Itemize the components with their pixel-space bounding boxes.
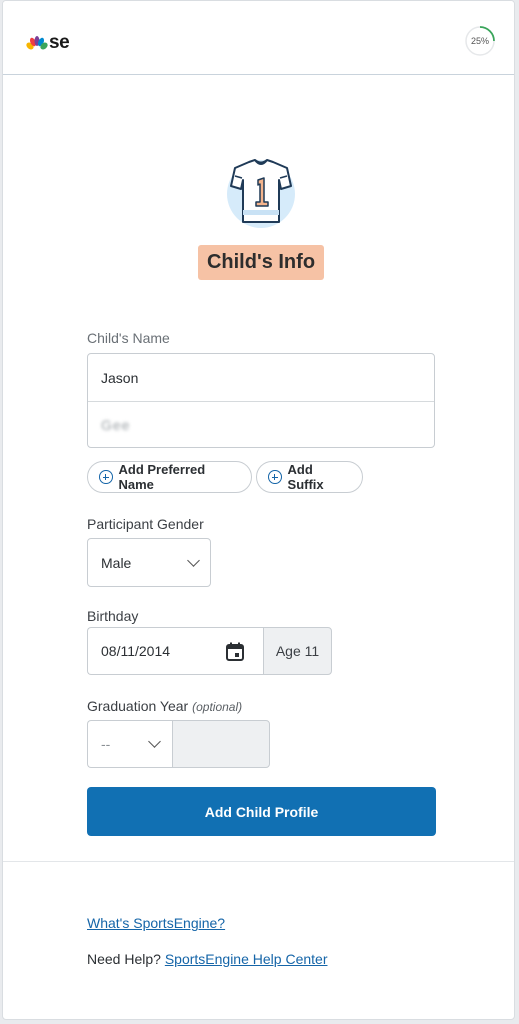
- peacock-icon: [26, 36, 48, 50]
- chevron-down-icon: [148, 735, 161, 748]
- first-name-value: Jason: [101, 369, 139, 386]
- help-center-link[interactable]: SportsEngine Help Center: [165, 951, 328, 967]
- child-name-group: Jason Gee: [87, 353, 435, 448]
- add-preferred-name-button[interactable]: Add Preferred Name: [87, 461, 252, 493]
- child-name-label: Child's Name: [87, 330, 170, 346]
- add-preferred-name-label: Add Preferred Name: [118, 462, 206, 492]
- graduation-year-input[interactable]: [172, 720, 270, 768]
- birthday-value: 08/11/2014: [101, 643, 171, 659]
- logo[interactable]: se: [26, 32, 70, 54]
- birthday-input[interactable]: 08/11/2014: [87, 627, 264, 675]
- page-title: Child's Info: [198, 245, 324, 280]
- header: se 25%: [3, 1, 514, 75]
- add-circle-icon: [99, 470, 113, 484]
- gender-select[interactable]: Male: [87, 538, 211, 587]
- chevron-down-icon: [187, 553, 200, 567]
- progress-indicator: 25%: [464, 25, 496, 57]
- optional-label: (optional): [192, 700, 243, 714]
- add-child-profile-button[interactable]: Add Child Profile: [87, 787, 436, 836]
- last-name-field[interactable]: Gee: [88, 401, 434, 448]
- first-name-field[interactable]: Jason: [88, 354, 434, 402]
- birthday-label: Birthday: [87, 608, 139, 624]
- gender-label: Participant Gender: [87, 516, 204, 532]
- graduation-year-label-text: Graduation Year: [87, 698, 189, 714]
- age-display: Age 11: [263, 627, 332, 675]
- calendar-icon[interactable]: [226, 642, 244, 661]
- help-line: Need Help? SportsEngine Help Center: [87, 951, 327, 967]
- graduation-year-label: Graduation Year (optional): [87, 698, 242, 714]
- page-frame: se 25% Child's Info Child's Name Jason G…: [2, 0, 515, 1020]
- add-suffix-button[interactable]: Add Suffix: [256, 461, 363, 493]
- progress-text: 25%: [470, 36, 489, 46]
- jersey-icon: [227, 159, 295, 228]
- gender-value: Male: [101, 554, 132, 571]
- divider: [3, 861, 514, 862]
- graduation-select-value: --: [101, 736, 111, 752]
- add-circle-icon: [268, 470, 282, 484]
- need-help-text: Need Help?: [87, 951, 161, 967]
- whats-sportsengine-link[interactable]: What's SportsEngine?: [87, 915, 225, 931]
- graduation-year-select[interactable]: --: [87, 720, 173, 768]
- brand-text: se: [49, 32, 70, 53]
- add-suffix-label: Add Suffix: [287, 462, 324, 492]
- last-name-value: Gee: [101, 416, 131, 433]
